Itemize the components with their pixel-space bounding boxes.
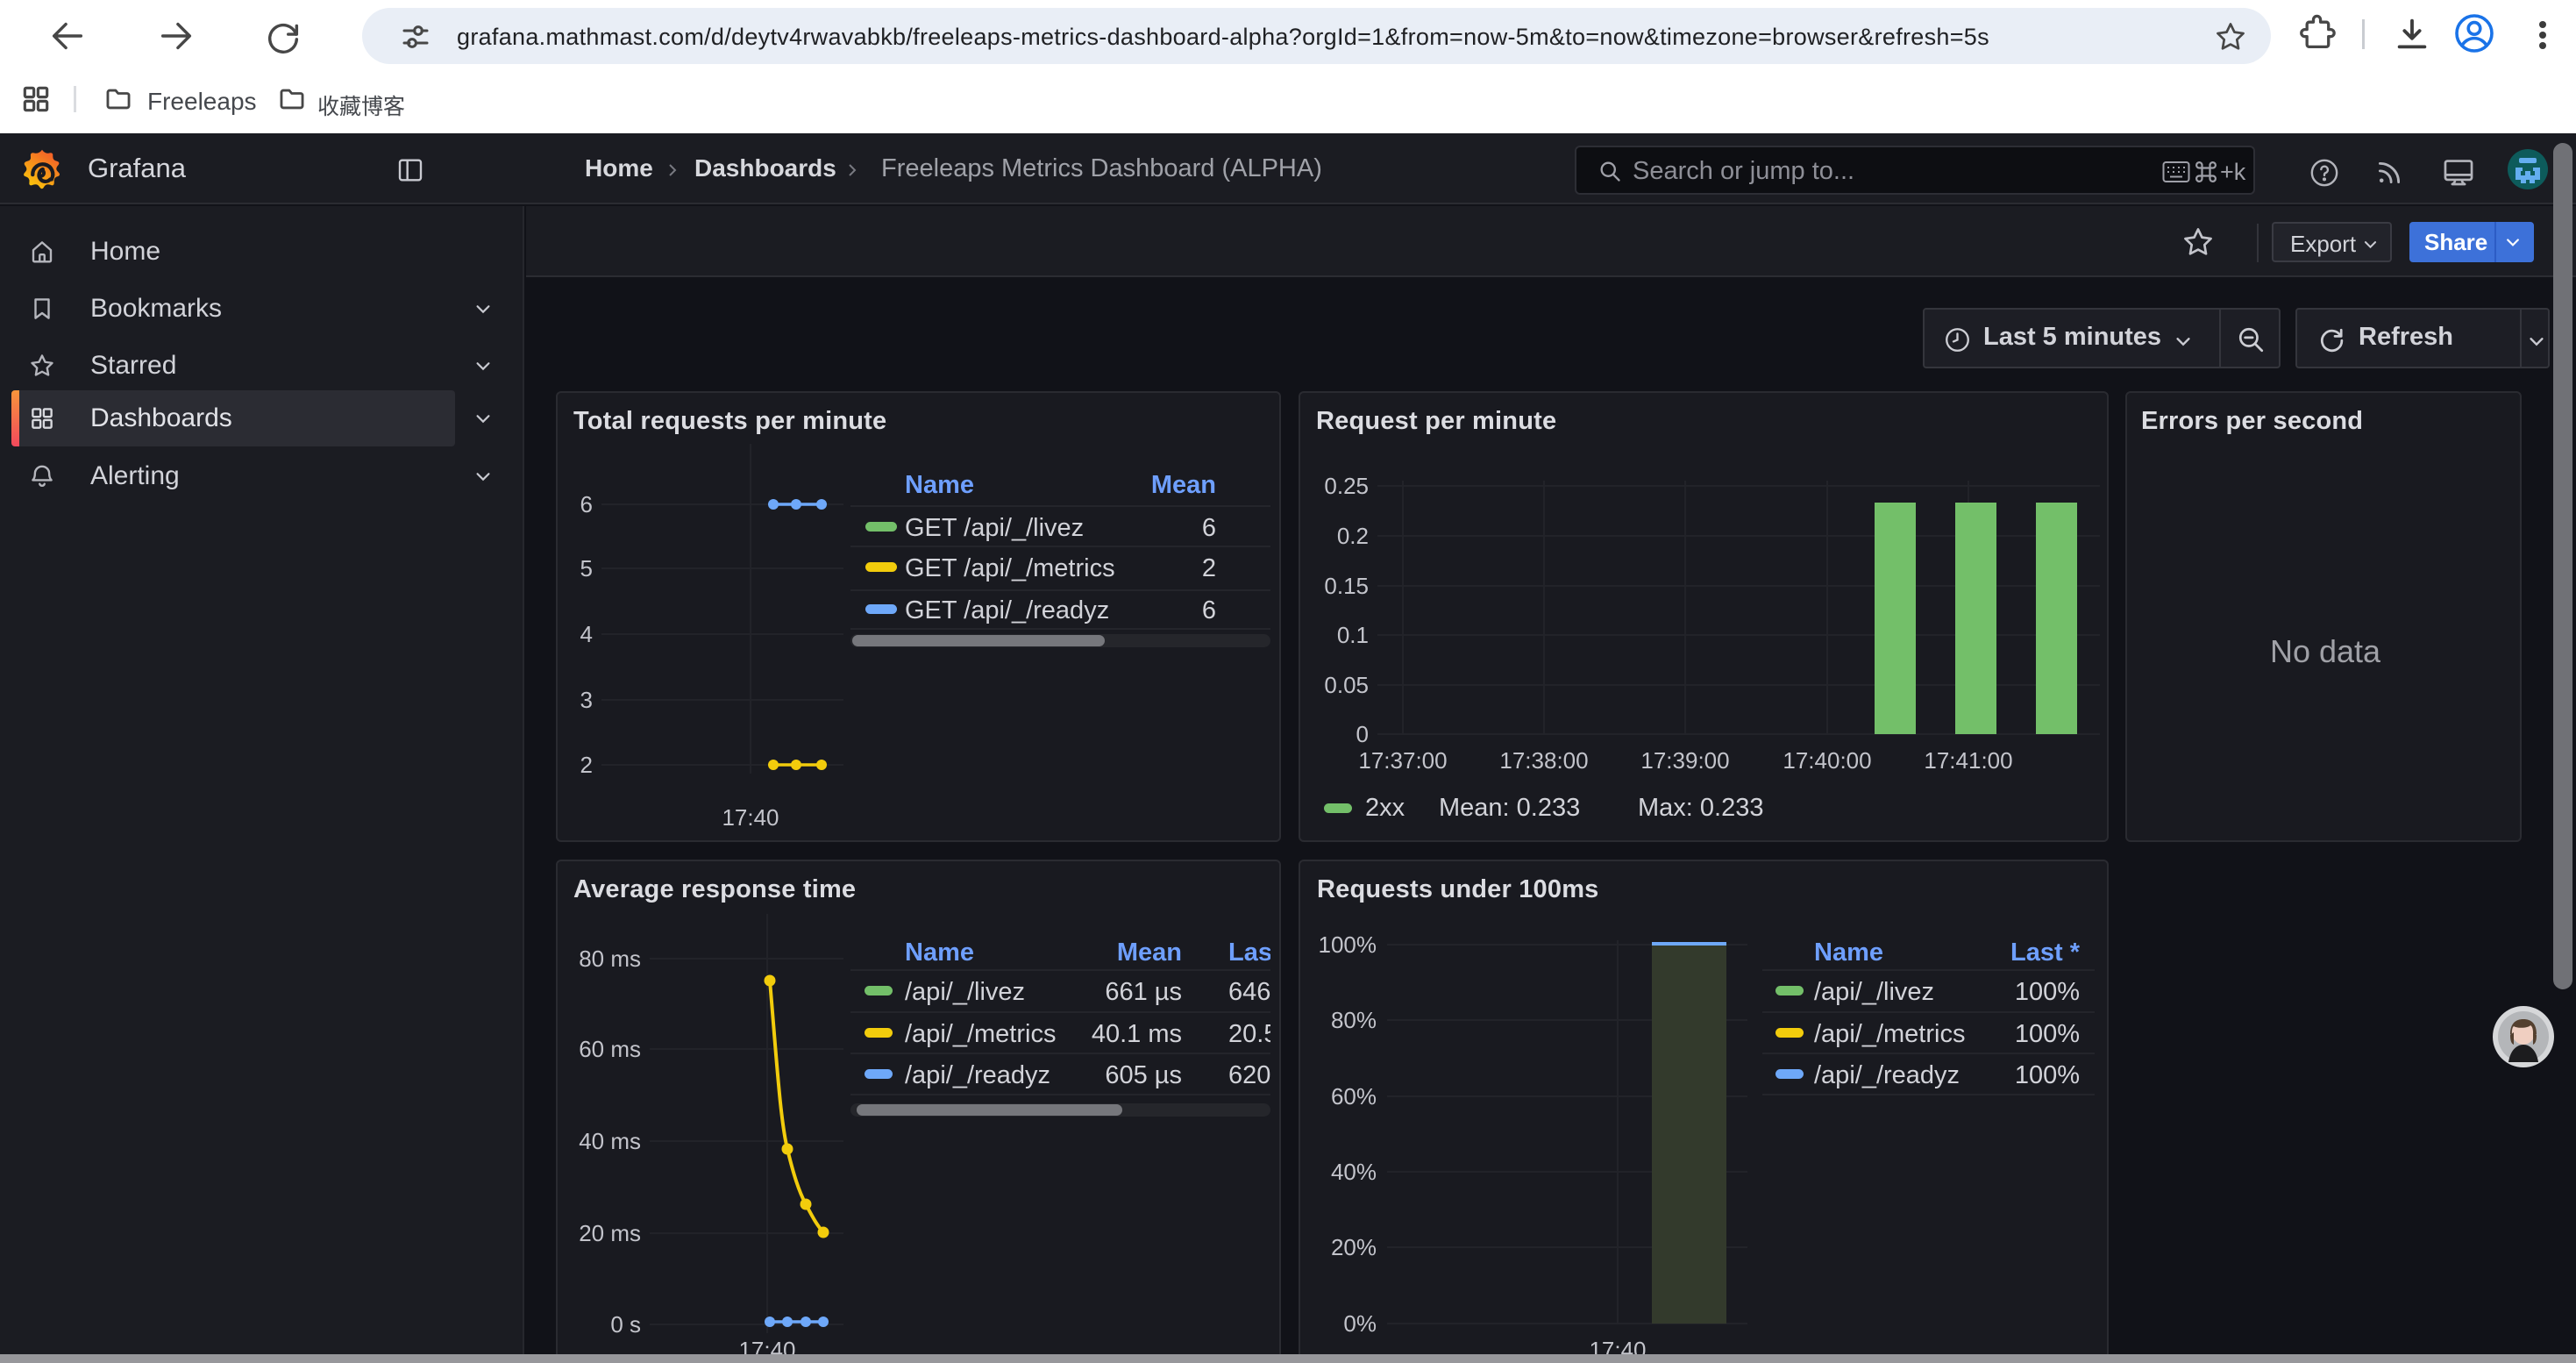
svg-text:17:40:00: 17:40:00 (1783, 747, 1871, 774)
svg-text:100%: 100% (2015, 1020, 2080, 1048)
svg-text:Name: Name (905, 471, 974, 499)
svg-text:Mean: 0.233: Mean: 0.233 (1439, 794, 1580, 822)
svg-text:80%: 80% (1331, 1007, 1377, 1033)
svg-text:605 µs: 605 µs (1105, 1061, 1182, 1089)
svg-text:20%: 20% (1331, 1234, 1377, 1260)
svg-text:6: 6 (580, 491, 593, 517)
svg-text:GET /api/_/livez: GET /api/_/livez (905, 514, 1084, 542)
svg-text:17:41:00: 17:41:00 (1924, 747, 2012, 774)
svg-text:/api/_/livez: /api/_/livez (1814, 978, 1934, 1006)
svg-text:3: 3 (580, 687, 593, 713)
svg-text:17:38:00: 17:38:00 (1499, 747, 1588, 774)
svg-text:40%: 40% (1331, 1159, 1377, 1185)
svg-text:100%: 100% (1319, 931, 1377, 958)
svg-text:Mean: Mean (1117, 938, 1182, 967)
svg-text:/api/_/livez: /api/_/livez (905, 978, 1025, 1006)
svg-text:60%: 60% (1331, 1083, 1377, 1110)
svg-text:17:40: 17:40 (722, 804, 779, 831)
svg-text:Last *: Last * (1228, 938, 1279, 967)
svg-text:20.5 ms: 20.5 ms (1228, 1020, 1279, 1048)
svg-text:2: 2 (580, 752, 593, 778)
svg-text:60 ms: 60 ms (579, 1036, 641, 1062)
svg-text:100%: 100% (2015, 1061, 2080, 1089)
svg-text:6: 6 (1202, 514, 1216, 542)
svg-text:5: 5 (580, 555, 593, 582)
svg-text:/api/_/readyz: /api/_/readyz (1814, 1061, 1960, 1089)
svg-text:Name: Name (905, 938, 974, 967)
svg-text:0.2: 0.2 (1337, 523, 1369, 549)
svg-text:0.05: 0.05 (1324, 672, 1369, 698)
svg-text:6: 6 (1202, 596, 1216, 624)
svg-text:620: 620 (1228, 1061, 1270, 1089)
svg-text:0: 0 (1356, 721, 1369, 747)
svg-text:646: 646 (1228, 978, 1270, 1006)
svg-text:0.25: 0.25 (1324, 473, 1369, 499)
svg-text:GET /api/_/metrics: GET /api/_/metrics (905, 554, 1115, 582)
svg-text:100%: 100% (2015, 978, 2080, 1006)
svg-text:2xx: 2xx (1365, 794, 1405, 822)
svg-text:Last *: Last * (2010, 938, 2081, 967)
svg-text:80 ms: 80 ms (579, 946, 641, 972)
svg-text:0%: 0% (1343, 1310, 1377, 1337)
svg-text:/api/_/metrics: /api/_/metrics (1814, 1020, 1965, 1048)
svg-text:40.1 ms: 40.1 ms (1092, 1020, 1182, 1048)
svg-text:Mean: Mean (1151, 471, 1216, 499)
svg-text:0.1: 0.1 (1337, 622, 1369, 648)
svg-text:20 ms: 20 ms (579, 1220, 641, 1246)
svg-text:40 ms: 40 ms (579, 1128, 641, 1154)
svg-text:0 s: 0 s (610, 1311, 641, 1338)
svg-text:Name: Name (1814, 938, 1883, 967)
svg-text:/api/_/readyz: /api/_/readyz (905, 1061, 1050, 1089)
svg-text:17:37:00: 17:37:00 (1358, 747, 1447, 774)
svg-text:2: 2 (1202, 554, 1216, 582)
svg-text:661 µs: 661 µs (1105, 978, 1182, 1006)
svg-text:Max: 0.233: Max: 0.233 (1638, 794, 1763, 822)
svg-text:/api/_/metrics: /api/_/metrics (905, 1020, 1056, 1048)
svg-text:0.15: 0.15 (1324, 573, 1369, 599)
svg-text:GET /api/_/readyz: GET /api/_/readyz (905, 596, 1109, 624)
svg-text:17:39:00: 17:39:00 (1640, 747, 1729, 774)
svg-text:4: 4 (580, 621, 593, 647)
